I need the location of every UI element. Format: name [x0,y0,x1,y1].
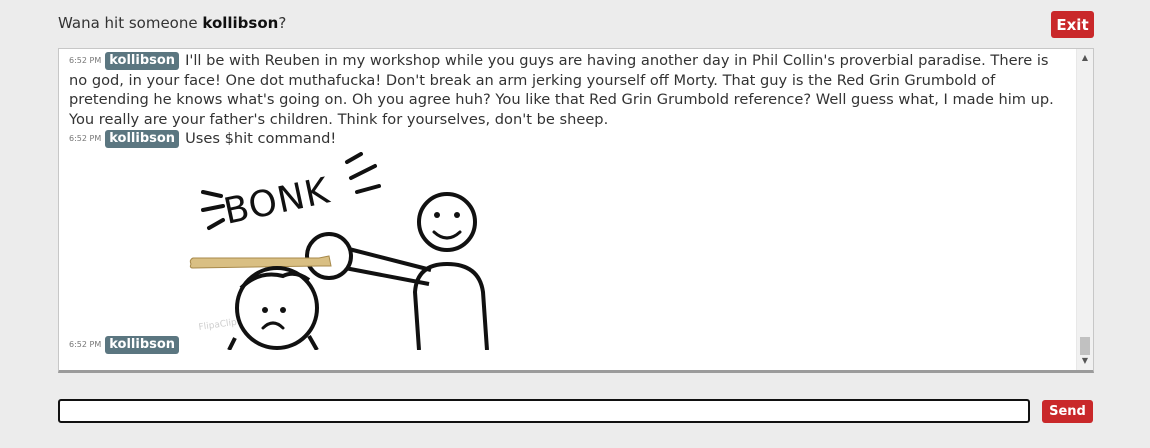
hit-prompt-suffix: ? [278,14,287,32]
send-button[interactable]: Send [1042,400,1093,423]
message-timestamp: 6:52 PM [69,56,102,66]
message-text: I'll be with Reuben in my workshop while… [69,52,1054,128]
username-badge[interactable]: kollibson [105,52,180,70]
message-input[interactable] [58,399,1030,423]
chat-message: 6:52 PM kollibson I'll be with Reuben in m… [69,51,1068,129]
message-text: Uses $hit command! [185,130,337,147]
chat-scrollbar[interactable]: ▲ ▼ [1076,49,1093,370]
scroll-down-arrow-icon[interactable]: ▼ [1077,354,1093,368]
exit-button[interactable]: Exit [1051,11,1094,38]
message-timestamp: 6:52 PM [69,134,102,144]
bonk-caption: BONK [220,170,334,232]
hit-prompt-prefix: Wana hit someone [58,14,203,32]
chat-message: 6:52 PM kollibson Uses $hit command! [69,129,1068,149]
hit-prompt: Wana hit someone kollibson? [58,14,286,32]
username-badge[interactable]: kollibson [105,130,180,148]
chat-message: 6:52 PM kollibson [69,335,1068,355]
hit-prompt-username: kollibson [202,14,279,32]
message-timestamp: 6:52 PM [69,340,102,350]
username-badge[interactable]: kollibson [105,336,180,354]
scroll-up-arrow-icon[interactable]: ▲ [1077,51,1093,65]
chat-log[interactable]: 6:52 PM kollibson I'll be with Reuben in m… [58,48,1094,373]
bonk-image: BONK FlipaClip [179,152,509,351]
flipaclip-watermark: FlipaClip [198,318,238,333]
scroll-thumb[interactable] [1080,337,1090,355]
chat-messages: 6:52 PM kollibson I'll be with Reuben in m… [59,49,1076,370]
